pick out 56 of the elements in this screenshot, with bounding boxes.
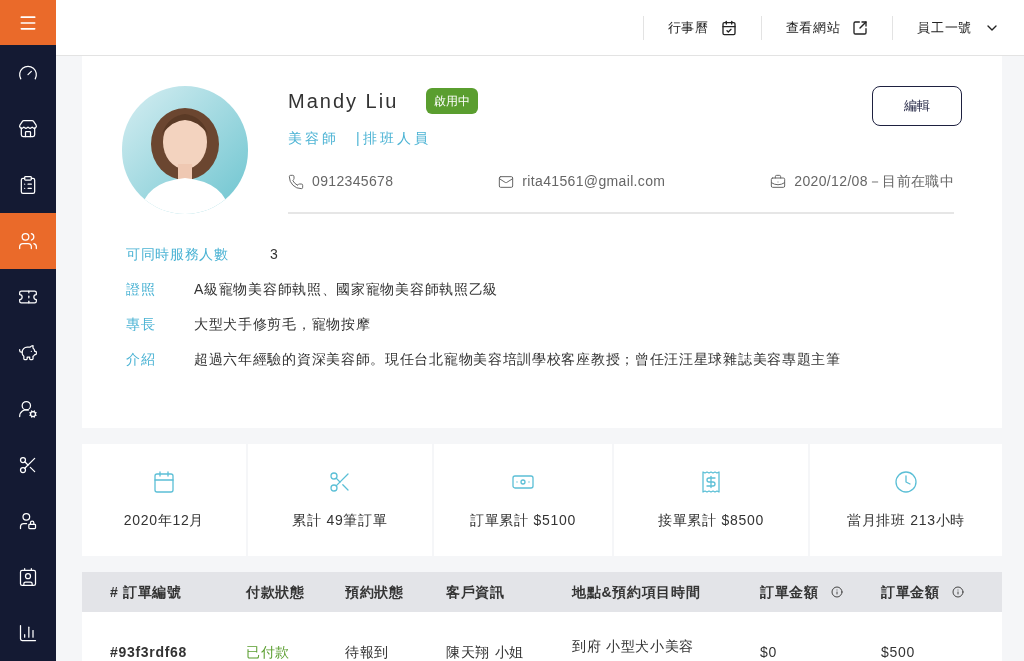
header-link[interactable]: 查看網站 <box>785 17 869 38</box>
bar-chart-icon <box>18 623 38 643</box>
table-cell-text: $0 <box>760 643 778 661</box>
stat-label: 當月排班 213小時 <box>846 510 966 530</box>
mail-icon <box>498 173 515 190</box>
user-gear-icon <box>18 399 38 419</box>
phone-number: 0912345678 <box>312 172 394 191</box>
detail-value: A級寵物美容師執照、國家寵物美容師執照乙級 <box>194 280 499 299</box>
header-link[interactable]: 員工一號 <box>917 17 1000 38</box>
status-badge: 啟用中 <box>426 88 479 114</box>
calendar-icon <box>720 19 737 36</box>
detail-label: 介紹 <box>126 350 157 369</box>
column-header: 客戶資訊 <box>446 582 505 602</box>
clipboard-icon <box>18 175 38 195</box>
table-cell-text: 到府 小型犬小美容 <box>572 637 696 656</box>
table-cell-text: 陳天翔 小姐 <box>446 643 526 661</box>
scissors-icon <box>18 455 38 475</box>
detail-label: 證照 <box>126 280 157 299</box>
header-link[interactable]: 行事曆 <box>667 17 737 38</box>
column-header: 地點&預約項目時間 <box>572 582 701 602</box>
detail-value: 大型犬手修剪毛，寵物按摩 <box>194 315 371 334</box>
column-header: 訂單金額 <box>760 582 819 602</box>
stat-label: 累計 49筆訂單 <box>292 510 388 530</box>
contact-card-icon <box>18 567 38 587</box>
info-icon <box>830 586 843 598</box>
info-icon <box>951 586 964 598</box>
table-cell-text: 已付款 <box>246 643 292 661</box>
stat-label: 2020年12月 <box>123 510 205 530</box>
detail-value: 超過六年經驗的資深美容師。現任台北寵物美容培訓學校客座教授；曾任汪汪星球雜誌美容專題主筆 <box>194 350 841 369</box>
external-link-icon <box>852 19 869 36</box>
store-icon <box>18 119 38 139</box>
edit-button[interactable]: 編輯 <box>872 86 962 126</box>
calendar-icon <box>152 469 176 494</box>
table-cell-text: 待報到 <box>345 643 391 661</box>
clock-icon <box>894 469 918 494</box>
column-header: 付款狀態 <box>246 582 305 602</box>
briefcase-icon <box>770 173 787 190</box>
column-header: # 訂單編號 <box>110 582 182 602</box>
email-address: rita41561@gmail.com <box>522 172 666 191</box>
receipt-icon <box>699 469 723 494</box>
piggy-bank-icon <box>18 343 38 363</box>
detail-label: 可同時服務人數 <box>126 245 230 264</box>
user-lock-icon <box>18 511 38 531</box>
stat-label: 訂單累計 $5100 <box>470 510 576 530</box>
column-header: 訂單金額 <box>881 582 940 602</box>
employment-period: 2020/12/08－目前在職中 <box>794 172 954 191</box>
stat-label: 接單累計 $8500 <box>658 510 764 530</box>
role-text: 美容師 |排班人員 <box>288 129 432 148</box>
employee-name: Mandy Liu <box>288 89 399 114</box>
table-cell-text: #93f3rdf68 <box>110 643 189 661</box>
people-icon <box>18 231 38 251</box>
detail-label: 專長 <box>126 315 157 334</box>
table-cell-text: $500 <box>881 643 916 661</box>
column-header: 預約狀態 <box>345 582 404 602</box>
phone-icon <box>288 173 304 190</box>
detail-value: 3 <box>270 245 279 264</box>
